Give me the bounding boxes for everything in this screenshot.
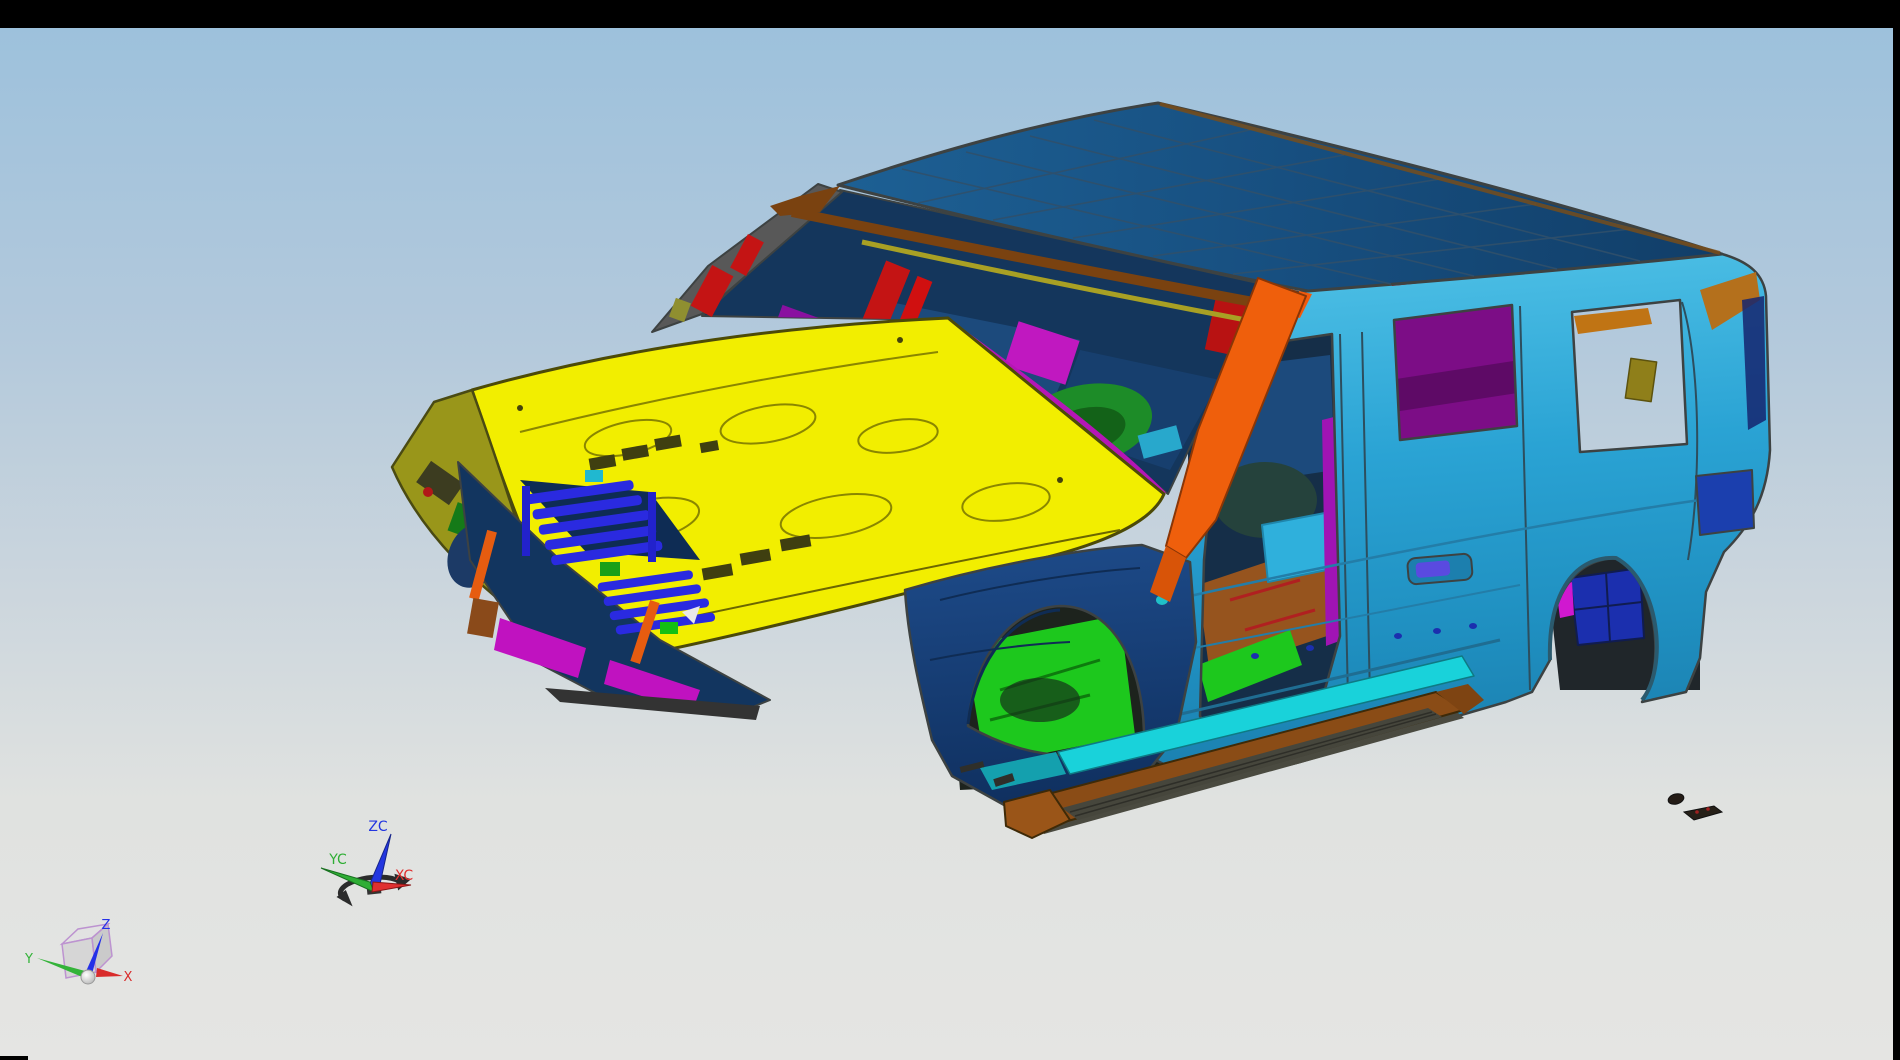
fascia-cyan-bit bbox=[585, 470, 603, 482]
viewport-canvas[interactable]: ZC YC XC Z Y X bbox=[0, 0, 1900, 1060]
abs-z-label: Z bbox=[102, 918, 111, 933]
grille-vertical-bar-2 bbox=[648, 492, 656, 562]
right-black-strip bbox=[1893, 28, 1900, 1060]
wcs-z-label: ZC bbox=[368, 819, 388, 835]
top-black-bar bbox=[0, 0, 1900, 28]
handle-insert bbox=[1415, 560, 1450, 578]
abs-y-label: Y bbox=[24, 952, 33, 967]
quarter-window-bracket[interactable] bbox=[1625, 358, 1656, 401]
grille-vertical-bar bbox=[522, 486, 530, 556]
fascia-green-bit-2 bbox=[660, 622, 678, 634]
abs-origin-sphere bbox=[81, 970, 95, 984]
cad-viewport[interactable]: ZC YC XC Z Y X bbox=[0, 0, 1900, 1060]
debris-red-dot bbox=[1695, 810, 1699, 814]
door-handle-recess[interactable] bbox=[1407, 553, 1473, 584]
debris-red-dot-2 bbox=[1706, 807, 1710, 811]
wcs-y-label: YC bbox=[328, 852, 347, 868]
abs-x-label: X bbox=[124, 970, 133, 985]
floor-shadow bbox=[1000, 678, 1080, 722]
rear-quarter-blue-patch[interactable] bbox=[1696, 470, 1754, 535]
fascia-green-bit bbox=[600, 562, 620, 576]
bottom-left-black-sliver bbox=[0, 1056, 28, 1060]
fender-red-dot bbox=[423, 487, 433, 497]
wcs-x-label: XC bbox=[395, 868, 414, 884]
